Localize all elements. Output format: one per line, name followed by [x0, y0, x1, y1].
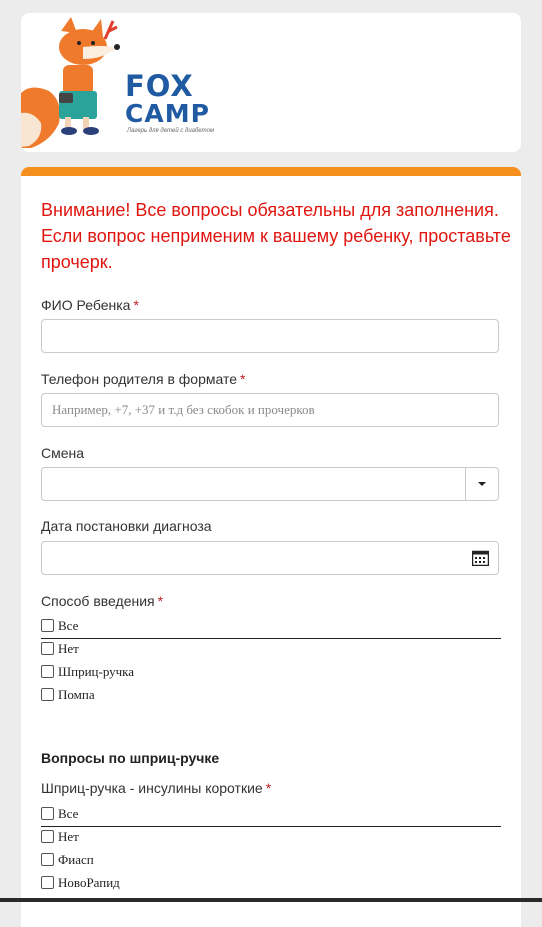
insulin-option-none[interactable]: Нет	[41, 829, 501, 849]
shift-select[interactable]	[41, 467, 499, 501]
shift-label: Смена	[41, 445, 85, 461]
checkbox[interactable]	[41, 829, 54, 843]
required-mark: *	[240, 371, 246, 387]
required-mark: *	[133, 297, 139, 313]
checkbox[interactable]	[41, 806, 54, 820]
insulin-option-fiasp[interactable]: Фиасп	[41, 852, 501, 872]
calendar-icon[interactable]	[472, 550, 489, 566]
child-name-label: ФИО Ребенка *	[41, 297, 139, 313]
option-label: Все	[58, 806, 79, 821]
admin-option-pump[interactable]: Помпа	[41, 687, 501, 707]
option-label: Фиасп	[58, 852, 94, 867]
option-label: Нет	[58, 829, 79, 844]
checkbox[interactable]	[41, 664, 54, 678]
admin-method-label: Способ введения *	[41, 593, 163, 609]
form-notice: Внимание! Все вопросы обязательны для за…	[41, 200, 511, 272]
parent-phone-input[interactable]	[41, 393, 499, 427]
chevron-down-icon[interactable]	[465, 468, 498, 500]
parent-phone-label: Телефон родителя в формате *	[41, 371, 245, 387]
checkbox[interactable]	[41, 875, 54, 889]
admin-option-pen[interactable]: Шприц-ручка	[41, 664, 501, 684]
brand-camp: CAMP	[125, 99, 210, 128]
diagnosis-date-input[interactable]	[41, 541, 499, 575]
short-insulins-label: Шприц-ручка - инсулины короткие *	[41, 780, 271, 796]
admin-method-label-text: Способ введения	[41, 593, 155, 609]
brand-fox: FOX	[125, 69, 194, 103]
child-name-input[interactable]	[41, 319, 499, 353]
required-mark: *	[265, 780, 272, 796]
option-label: НовоРапид	[58, 875, 120, 890]
checkbox[interactable]	[41, 852, 54, 866]
option-label: Нет	[58, 641, 79, 656]
admin-option-all[interactable]: Все	[41, 618, 501, 639]
parent-phone-label-text: Телефон родителя в формате	[41, 371, 237, 387]
brand-tagline: Лагерь для детей с диабетом	[127, 128, 215, 134]
short-insulins-label-text: Шприц-ручка - инсулины короткие	[41, 780, 263, 796]
checkbox[interactable]	[41, 618, 54, 632]
admin-option-none[interactable]: Нет	[41, 641, 501, 661]
header-card: FOX CAMP Лагерь для детей с диабетом	[21, 13, 521, 152]
bottom-edge	[0, 898, 542, 902]
insulin-option-all[interactable]: Все	[41, 806, 501, 827]
form-accent-bar	[21, 167, 521, 176]
required-mark: *	[157, 593, 164, 609]
option-label: Все	[58, 618, 79, 633]
option-label: Помпа	[58, 687, 95, 702]
diagnosis-date-label: Дата постановки диагноза	[41, 518, 212, 534]
insulin-option-novorapid[interactable]: НовоРапид	[41, 875, 501, 895]
option-label: Шприц-ручка	[58, 664, 135, 679]
form-card: Внимание! Все вопросы обязательны для за…	[21, 167, 521, 927]
fox-mascot-icon	[21, 17, 120, 148]
child-name-label-text: ФИО Ребенка	[41, 297, 131, 313]
checkbox[interactable]	[41, 687, 54, 701]
checkbox[interactable]	[41, 641, 54, 655]
pen-section-heading: Вопросы по шприц-ручке	[41, 750, 220, 766]
